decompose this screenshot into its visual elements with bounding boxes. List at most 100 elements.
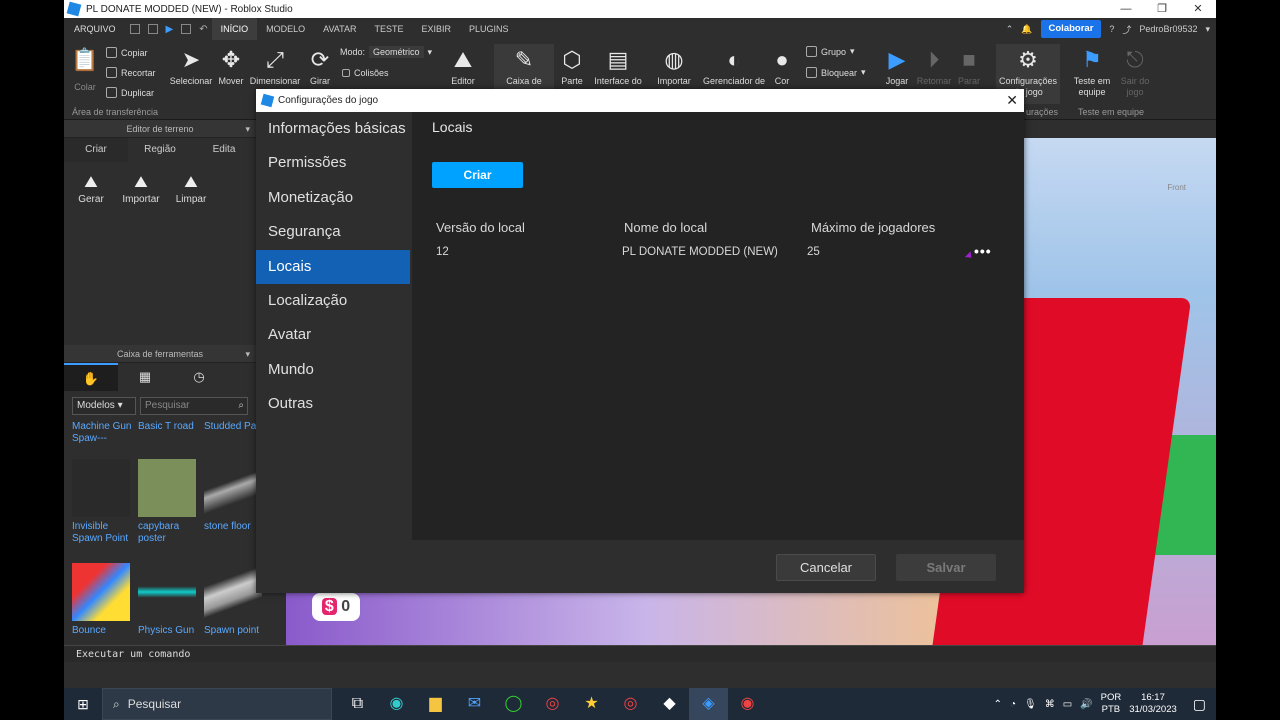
star-app-icon[interactable]: ★ (572, 688, 611, 720)
move-button[interactable]: ✥ Mover (214, 44, 248, 87)
tab-view[interactable]: EXIBIR (413, 18, 461, 40)
tab-test[interactable]: TESTE (365, 18, 412, 40)
publish-icon[interactable] (147, 24, 158, 34)
collisions-toggle[interactable]: Colisões (342, 68, 389, 78)
stop-button[interactable]: ■ Parar (956, 44, 982, 87)
roblox-icon[interactable]: ◆ (650, 688, 689, 720)
team-test-button[interactable]: ⚑ Teste em equipe (1070, 44, 1114, 98)
close-icon[interactable]: ✕ (1006, 92, 1018, 108)
chrome-profile-icon[interactable]: ◎ (611, 688, 650, 720)
exit-game-button[interactable]: ⎋ Sair do jogo (1118, 44, 1152, 98)
view-cube[interactable]: Front (1167, 183, 1186, 192)
ui-button[interactable]: ▤ Interface do (590, 44, 646, 87)
inventory-tab-icon[interactable]: ✋ (64, 363, 118, 391)
task-view-icon[interactable]: ⧉ (338, 688, 377, 720)
whatsapp-icon[interactable]: ◯ (494, 688, 533, 720)
list-item[interactable]: Basic T road (138, 421, 204, 455)
taskbar-search[interactable]: ⌕ Pesquisar (102, 688, 332, 720)
mail-icon[interactable]: ✉ (455, 688, 494, 720)
nav-monetization[interactable]: Monetização (256, 181, 410, 215)
chevron-up-icon[interactable]: ⌃ (994, 699, 1002, 710)
input-language[interactable]: POR PTB (1101, 692, 1122, 716)
save-button[interactable]: Salvar (896, 554, 996, 581)
tab-region[interactable]: Região (128, 138, 192, 162)
folder-icon[interactable]: ▆ (416, 688, 455, 720)
recorder-icon[interactable]: ◉ (728, 688, 767, 720)
mode-selector[interactable]: Modo: Geométrico ▾ (340, 46, 432, 58)
cancel-button[interactable]: Cancelar (776, 554, 876, 581)
notifications-icon[interactable]: ▢ (1193, 696, 1206, 713)
terrain-editor-button[interactable]: ⛰ Editor (446, 44, 480, 87)
select-button[interactable]: ➤ Selecionar (168, 44, 214, 87)
command-bar[interactable]: Executar um comando (64, 645, 1216, 662)
scale-button[interactable]: ⤢ Dimensionar (248, 44, 302, 87)
play-button[interactable]: ▶ Jogar (882, 44, 912, 87)
windows-start-icon[interactable]: ⊞ (64, 696, 102, 713)
clock[interactable]: 16:17 31/03/2023 (1129, 692, 1177, 716)
nav-world[interactable]: Mundo (256, 353, 410, 387)
nav-localization[interactable]: Localização (256, 284, 410, 318)
restore-button[interactable]: ❐ (1144, 0, 1180, 18)
collapse-ribbon-icon[interactable]: ⌃ (1006, 24, 1014, 35)
import-tool[interactable]: ⛰ Importar (118, 172, 164, 205)
tab-avatar[interactable]: AVATAR (314, 18, 365, 40)
part-button[interactable]: ⬡ Parte (558, 44, 586, 87)
resume-button[interactable]: ⏵ Retomar (914, 44, 954, 87)
generate-tool[interactable]: ⛰ Gerar (68, 172, 114, 205)
minimize-button[interactable]: — (1108, 0, 1144, 18)
close-window-button[interactable]: ✕ (1180, 0, 1216, 18)
nav-basic-info[interactable]: Informações básicas (256, 112, 410, 146)
bluetooth-icon[interactable]: ⌘ (1045, 699, 1055, 710)
list-item[interactable]: Machine Gun Spaw--- (72, 421, 138, 455)
edge-icon[interactable]: ◉ (377, 688, 416, 720)
clear-tool[interactable]: ⛰ Limpar (168, 172, 214, 205)
toolbox-search-input[interactable]: Pesquisar ⌕ (140, 397, 248, 415)
create-place-button[interactable]: Criar (432, 162, 523, 188)
more-options-icon[interactable]: ••• (974, 243, 992, 259)
network-icon[interactable]: ▭ (1063, 699, 1072, 710)
tab-home[interactable]: INÍCIO (211, 18, 258, 40)
file-menu[interactable]: ARQUIVO (64, 24, 126, 34)
list-item[interactable]: capybara poster (138, 459, 204, 559)
save-icon[interactable] (129, 24, 140, 34)
tab-model[interactable]: MODELO (257, 18, 314, 40)
username[interactable]: PedroBr09532 (1139, 24, 1197, 34)
color-button[interactable]: ● Cor (770, 44, 794, 87)
nav-avatar[interactable]: Avatar (256, 318, 410, 352)
meet-icon[interactable]: ◔ (1010, 699, 1016, 710)
notification-icon[interactable]: 🔔 (1021, 24, 1032, 35)
help-icon[interactable]: ? (1109, 24, 1114, 34)
play-quick-icon[interactable]: ▶ (166, 24, 174, 35)
nav-permissions[interactable]: Permissões (256, 146, 410, 180)
copy-button[interactable]: Copiar (106, 47, 148, 58)
chrome-icon[interactable]: ◎ (533, 688, 572, 720)
list-item[interactable]: Invisible Spawn Point (72, 459, 138, 559)
import-button[interactable]: ◍ Importar (652, 44, 696, 87)
volume-icon[interactable]: 🔊 (1080, 699, 1092, 710)
nav-places[interactable]: Locais (256, 249, 410, 284)
group-button[interactable]: Grupo ▾ (806, 46, 855, 57)
toolbox-button[interactable]: ✎ Caixa de (494, 44, 554, 90)
roblox-studio-task-icon[interactable]: ◈ (689, 688, 728, 720)
grid-tab-icon[interactable]: ▦ (118, 363, 172, 391)
duplicate-button[interactable]: Duplicar (106, 87, 154, 98)
chevron-down-icon[interactable]: ▾ (1205, 24, 1210, 35)
rotate-button[interactable]: ⟳ Girar (304, 44, 336, 87)
tab-plugins[interactable]: PLUGINS (460, 18, 518, 40)
collaborate-button[interactable]: Colaborar (1040, 20, 1102, 38)
recent-tab-icon[interactable]: ◷ (172, 363, 226, 391)
material-manager-button[interactable]: ◐ Gerenciador de (700, 44, 768, 87)
tab-edit[interactable]: Edita (192, 138, 256, 162)
nav-security[interactable]: Segurança (256, 215, 410, 249)
category-select[interactable]: Modelos ▾ (72, 397, 136, 415)
cut-button[interactable]: Recortar (106, 67, 156, 78)
chevron-down-icon[interactable]: ▾ (245, 345, 250, 363)
tab-create[interactable]: Criar (64, 138, 128, 162)
lock-button[interactable]: Bloquear ▾ (806, 67, 866, 78)
nav-other[interactable]: Outras (256, 387, 410, 421)
share-icon[interactable]: ⤴ (1122, 23, 1131, 36)
undo-icon[interactable]: ↶ (199, 24, 207, 35)
chevron-down-icon[interactable]: ▾ (245, 120, 250, 138)
mic-icon[interactable]: 🎙 (1024, 699, 1037, 710)
stop-quick-icon[interactable] (181, 24, 192, 34)
